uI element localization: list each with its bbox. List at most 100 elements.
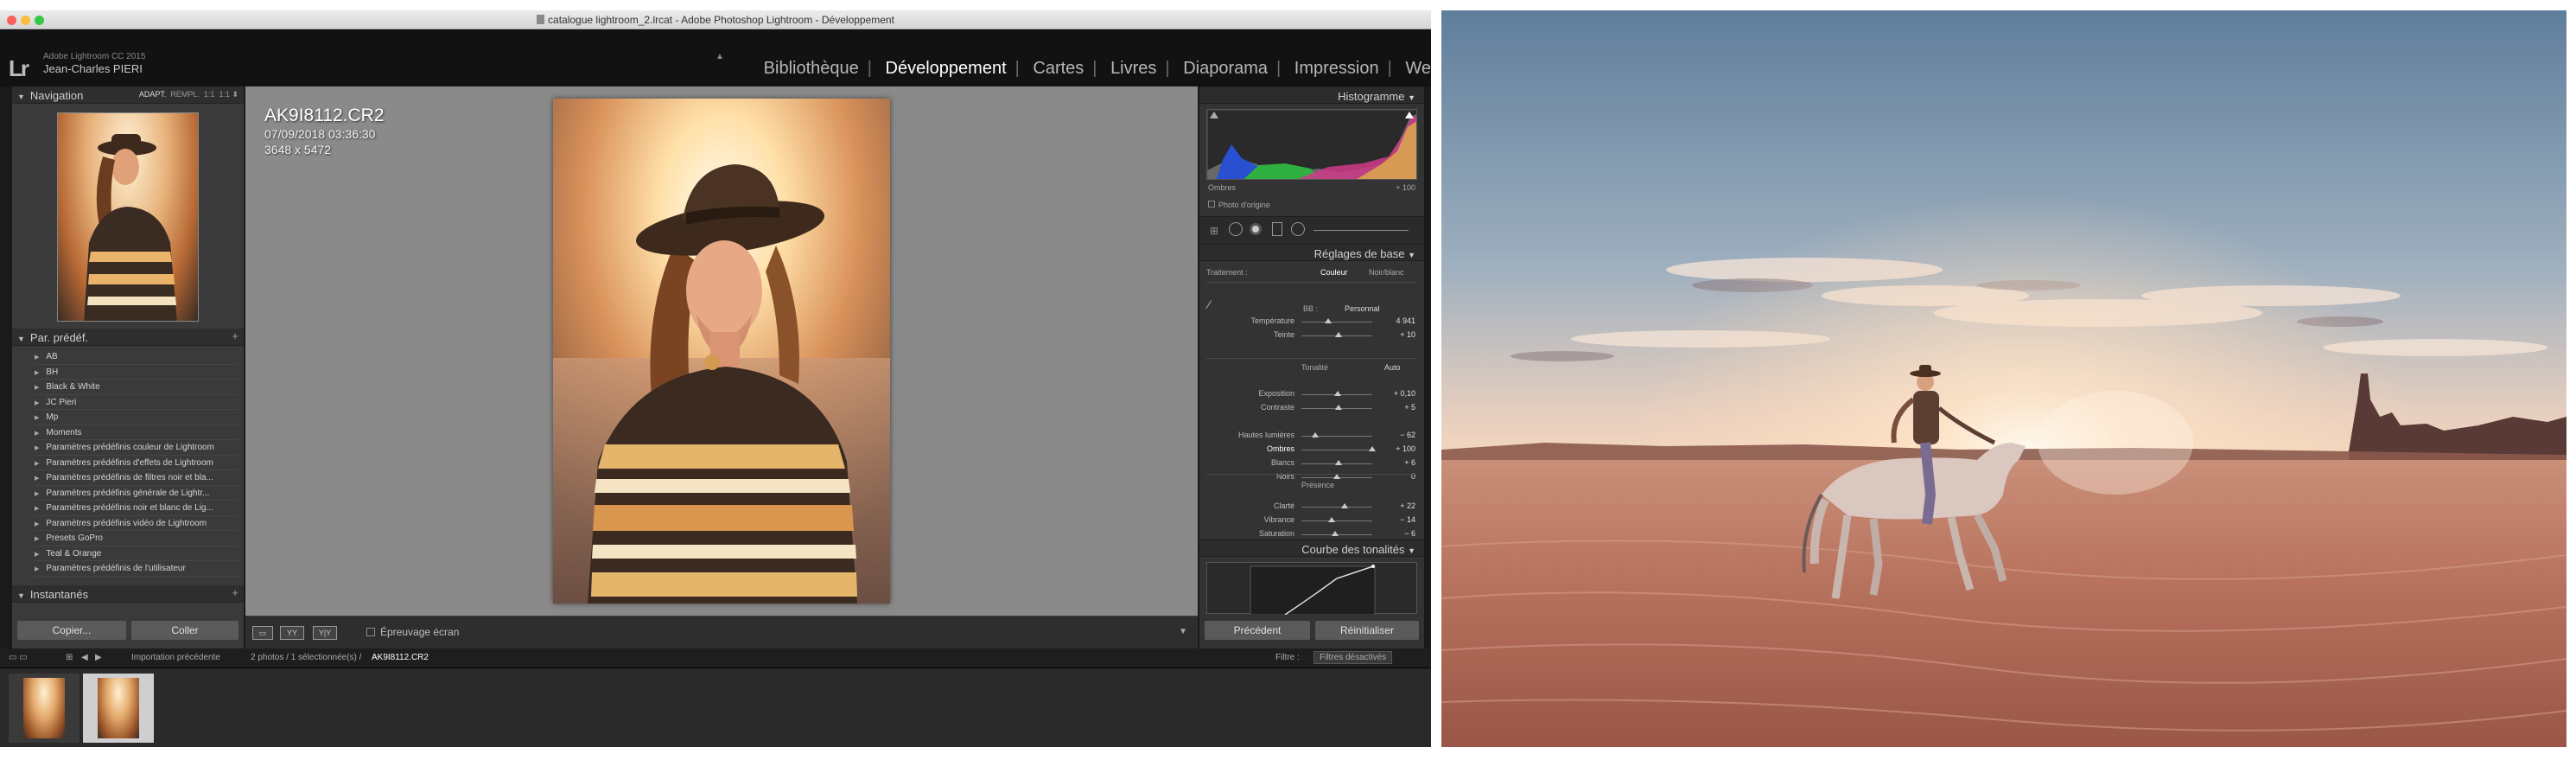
preset-folder[interactable]: ▶ Teal & Orange bbox=[35, 546, 239, 561]
filmstrip-source[interactable]: Importation précédente bbox=[131, 653, 220, 662]
spot-removal-icon[interactable] bbox=[1229, 222, 1243, 236]
red-eye-icon[interactable] bbox=[1250, 223, 1262, 235]
photo-canvas[interactable]: AK9I8112.CR2 07/09/2018 03:36:30 3648 x … bbox=[245, 86, 1198, 616]
snapshots-header[interactable]: ▼ Instantanés + bbox=[12, 585, 244, 603]
module-develop[interactable]: Développement bbox=[886, 59, 1007, 78]
filmstrip-thumb-selected[interactable] bbox=[83, 674, 154, 743]
preset-folder[interactable]: ▶ AB bbox=[35, 349, 239, 365]
previous-button[interactable]: Précédent bbox=[1205, 621, 1310, 640]
loupe-view-button[interactable]: ▭ bbox=[252, 626, 273, 640]
slider-knob[interactable] bbox=[1325, 318, 1333, 323]
slider-value[interactable]: + 10 bbox=[1381, 330, 1415, 339]
add-preset-button[interactable]: + bbox=[232, 329, 239, 342]
back-arrow-icon[interactable]: ◀ bbox=[81, 653, 88, 662]
adjustment-brush-slider[interactable] bbox=[1313, 230, 1409, 231]
presence-label: Présence bbox=[1301, 481, 1335, 489]
tone-curve-graph[interactable] bbox=[1206, 562, 1417, 616]
soft-proof-checkbox[interactable] bbox=[366, 628, 375, 636]
slider-knob[interactable] bbox=[1369, 446, 1376, 451]
navigator-preview[interactable] bbox=[57, 112, 199, 322]
preset-folder[interactable]: ▶ Paramètres prédéfinis de l'utilisateur bbox=[35, 561, 239, 577]
preset-folder-label: Paramètres prédéfinis de filtres noir et… bbox=[46, 473, 213, 482]
paste-settings-button[interactable]: Coller bbox=[131, 621, 239, 640]
slider-track[interactable] bbox=[1301, 507, 1372, 508]
graduated-filter-icon[interactable] bbox=[1272, 222, 1282, 236]
soft-proof-toggle[interactable]: Épreuvage écran bbox=[366, 626, 459, 638]
add-snapshot-button[interactable]: + bbox=[232, 586, 239, 599]
radial-filter-icon[interactable] bbox=[1291, 222, 1305, 236]
slider-knob[interactable] bbox=[1341, 503, 1349, 508]
slider-value[interactable]: + 22 bbox=[1381, 501, 1415, 510]
zoom-custom[interactable]: 1:1 bbox=[219, 90, 230, 99]
module-print[interactable]: Impression bbox=[1294, 59, 1379, 78]
slider-value[interactable]: − 62 bbox=[1381, 431, 1415, 439]
module-library[interactable]: Bibliothèque bbox=[764, 59, 859, 78]
preset-folder[interactable]: ▶ JC Pieri bbox=[35, 395, 239, 410]
slider-value[interactable]: + 5 bbox=[1381, 403, 1415, 412]
preset-folder[interactable]: ▶ Presets GoPro bbox=[35, 531, 239, 546]
original-photo-checkbox[interactable] bbox=[1208, 201, 1215, 208]
preset-folder[interactable]: ▶ Moments bbox=[35, 425, 239, 440]
original-photo-toggle[interactable]: Photo d'origine bbox=[1208, 201, 1270, 209]
treatment-bw[interactable]: Noir/blanc bbox=[1369, 268, 1404, 277]
module-slideshow[interactable]: Diaporama bbox=[1183, 59, 1268, 78]
preset-folder[interactable]: ▶ Paramètres prédéfinis couleur de Lightr… bbox=[35, 440, 239, 456]
slider-knob[interactable] bbox=[1335, 460, 1343, 465]
compare-view-button[interactable]: Y|Y bbox=[313, 626, 337, 640]
preset-folder[interactable]: ▶ Paramètres prédéfinis d'effets de Light… bbox=[35, 456, 239, 470]
crop-tool-icon[interactable]: ⊞ bbox=[1210, 225, 1218, 237]
module-book[interactable]: Livres bbox=[1110, 59, 1156, 78]
eyedropper-icon[interactable]: ⁄ bbox=[1208, 297, 1210, 311]
slider-value[interactable]: + 6 bbox=[1381, 458, 1415, 467]
tone-curve-header[interactable]: Courbe des tonalités ▼ bbox=[1199, 540, 1424, 557]
slider-value[interactable]: 4 941 bbox=[1381, 316, 1415, 325]
module-map[interactable]: Cartes bbox=[1033, 59, 1084, 78]
slider-value[interactable]: + 100 bbox=[1381, 444, 1415, 453]
highlight-clipping-icon[interactable] bbox=[1405, 112, 1414, 118]
shadow-clipping-icon[interactable] bbox=[1210, 112, 1218, 118]
basic-header[interactable]: Réglages de base ▼ bbox=[1199, 244, 1424, 261]
slider-knob[interactable] bbox=[1333, 391, 1341, 396]
preset-folder[interactable]: ▶ Black & White bbox=[35, 380, 239, 395]
slider-value[interactable]: − 6 bbox=[1381, 529, 1415, 538]
preset-folder[interactable]: ▶ BH bbox=[35, 365, 239, 380]
tone-auto-button[interactable]: Auto bbox=[1384, 363, 1401, 372]
slider-knob[interactable] bbox=[1334, 332, 1342, 337]
preset-folder[interactable]: ▶ Paramètres prédéfinis de filtres noir e… bbox=[35, 470, 239, 486]
preset-folder-label: Paramètres prédéfinis d'effets de Lightr… bbox=[46, 457, 213, 468]
zoom-fill[interactable]: REMPL. bbox=[170, 90, 200, 99]
preset-folder[interactable]: ▶ Paramètres prédéfinis générale de Light… bbox=[35, 486, 239, 501]
preset-folder-label: Black & White bbox=[46, 382, 100, 392]
main-photo[interactable] bbox=[553, 99, 890, 604]
second-window-icon[interactable]: ▭ ▭ bbox=[9, 653, 28, 662]
preset-folder[interactable]: ▶ Mp bbox=[35, 410, 239, 425]
preset-folder[interactable]: ▶ Paramètres prédéfinis vidéo de Lightroo… bbox=[35, 516, 239, 531]
navigator-header[interactable]: ▼ Navigation ADAPT. REMPL. 1:1 1:1 ⬍ bbox=[12, 86, 244, 104]
before-after-button[interactable]: YY bbox=[280, 626, 304, 640]
slider-knob[interactable] bbox=[1311, 432, 1319, 437]
grid-view-icon[interactable]: ⊞ bbox=[66, 653, 73, 662]
treatment-color[interactable]: Couleur bbox=[1320, 268, 1348, 277]
presets-header[interactable]: ▼ Par. prédéf. + bbox=[12, 329, 244, 346]
forward-arrow-icon[interactable]: ▶ bbox=[95, 653, 102, 662]
toolbar-menu-icon[interactable]: ▼ bbox=[1179, 627, 1187, 636]
histogram-header[interactable]: Histogramme ▼ bbox=[1199, 86, 1424, 104]
copy-settings-button[interactable]: Copier... bbox=[17, 621, 126, 640]
slider-value[interactable]: + 0,10 bbox=[1381, 389, 1415, 398]
histogram[interactable] bbox=[1206, 109, 1417, 180]
collapse-top-panel-icon[interactable]: ▲ bbox=[716, 52, 724, 61]
wb-select[interactable]: Personnal bbox=[1345, 304, 1380, 313]
zoom-fit[interactable]: ADAPT. bbox=[139, 90, 167, 99]
slider-knob[interactable] bbox=[1331, 531, 1339, 536]
slider-knob[interactable] bbox=[1328, 517, 1336, 522]
slider-knob[interactable] bbox=[1334, 405, 1342, 410]
slider-track[interactable] bbox=[1301, 322, 1372, 323]
filter-select[interactable]: Filtres désactivés bbox=[1313, 651, 1393, 664]
zoom-1-1[interactable]: 1:1 bbox=[204, 90, 215, 99]
slider-value[interactable]: − 14 bbox=[1381, 515, 1415, 524]
filmstrip-current[interactable]: AK9I8112.CR2 bbox=[372, 653, 429, 662]
filmstrip-thumb[interactable] bbox=[9, 674, 80, 743]
preset-folder[interactable]: ▶ Paramètres prédéfinis noir et blanc de … bbox=[35, 501, 239, 516]
module-web[interactable]: We bbox=[1405, 59, 1431, 78]
reset-button[interactable]: Réinitialiser bbox=[1315, 621, 1419, 640]
